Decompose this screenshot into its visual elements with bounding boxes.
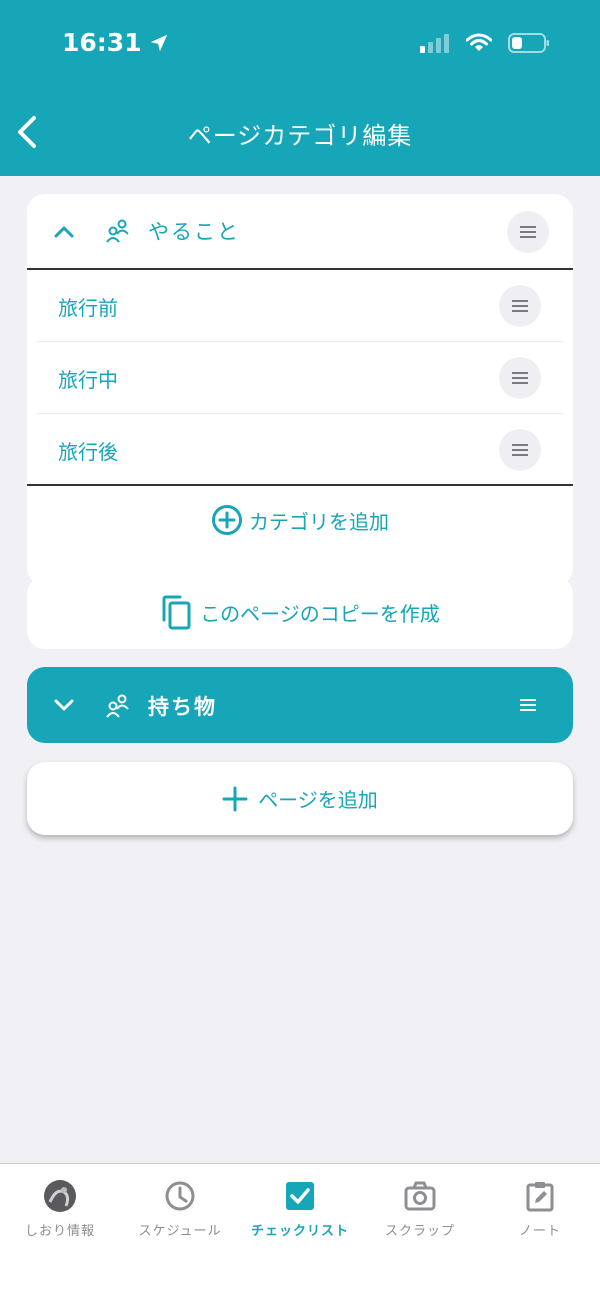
category-label: 旅行中: [58, 368, 118, 392]
plus-circle-icon: [212, 505, 242, 535]
chevron-up-icon[interactable]: [52, 220, 76, 244]
tab-checklist[interactable]: チェックリスト: [240, 1164, 360, 1264]
category-label: 旅行後: [58, 440, 118, 464]
people-icon: [106, 694, 129, 718]
tab-shiori-info[interactable]: しおり情報: [0, 1164, 120, 1264]
tab-label: スケジュール: [138, 1224, 222, 1239]
add-page-label: ページを追加: [258, 788, 378, 812]
app-header: 16:31 ページカテゴリ編集: [0, 0, 600, 176]
add-page-button[interactable]: ページを追加: [27, 762, 573, 835]
tab-scrap[interactable]: スクラップ: [360, 1164, 480, 1264]
status-indicators: [420, 32, 550, 54]
clipboard-edit-icon: [526, 1182, 554, 1212]
category-row[interactable]: 旅行前: [37, 270, 563, 342]
location-arrow-icon: [150, 34, 167, 51]
wifi-icon: [466, 33, 492, 51]
tab-label: チェックリスト: [250, 1224, 349, 1239]
section-title: 持ち物: [148, 695, 217, 719]
tab-label: しおり情報: [24, 1224, 95, 1239]
copy-page-label: このページのコピーを作成: [200, 602, 440, 626]
chevron-down-icon[interactable]: [52, 693, 76, 717]
category-row[interactable]: 旅行後: [37, 414, 563, 486]
section-drag-handle[interactable]: [507, 211, 549, 253]
copy-icon: [162, 595, 191, 629]
category-section-collapsed[interactable]: 持ち物: [27, 667, 573, 743]
category-label: 旅行前: [58, 296, 118, 320]
signal-icon: [420, 34, 449, 53]
category-row[interactable]: 旅行中: [37, 342, 563, 414]
add-category-label: カテゴリを追加: [249, 509, 389, 534]
tab-schedule[interactable]: スケジュール: [120, 1164, 240, 1264]
category-section-card: やること 旅行前 旅行中 旅行後 カテゴリを追加: [27, 194, 573, 586]
page-title: ページカテゴリ編集: [187, 122, 413, 150]
tab-note[interactable]: ノート: [480, 1164, 600, 1264]
status-time: 16:31: [62, 28, 170, 57]
drag-handle-icon: [512, 372, 528, 384]
status-time-text: 16:31: [62, 28, 142, 57]
clock-icon: [165, 1181, 195, 1211]
camera-icon: [404, 1181, 436, 1211]
divider: [27, 484, 573, 486]
row-drag-handle[interactable]: [499, 429, 541, 471]
people-icon: [106, 219, 129, 243]
drag-handle-icon: [520, 226, 536, 238]
plus-icon: [222, 786, 248, 811]
checkbox-icon: [286, 1182, 314, 1210]
avatar: [44, 1180, 76, 1212]
tab-label: ノート: [518, 1224, 561, 1239]
row-drag-handle[interactable]: [499, 285, 541, 327]
battery-icon: [508, 33, 549, 53]
drag-handle-icon: [512, 300, 528, 312]
row-drag-handle[interactable]: [499, 357, 541, 399]
section-header[interactable]: やること: [27, 194, 573, 270]
tab-bar: しおり情報 スケジュール チェックリスト スクラップ ノート: [0, 1163, 600, 1301]
add-category-button[interactable]: カテゴリを追加: [27, 504, 573, 536]
drag-handle-icon: [512, 444, 528, 456]
drag-handle-icon[interactable]: [519, 698, 537, 712]
copy-page-button[interactable]: このページのコピーを作成: [27, 576, 573, 649]
tab-label: スクラップ: [384, 1224, 455, 1239]
section-title: やること: [148, 220, 240, 244]
